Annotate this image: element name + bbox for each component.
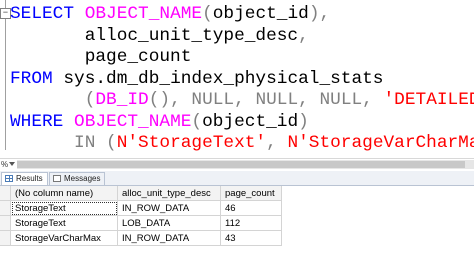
row-number[interactable]: [0, 230, 11, 246]
table-cell[interactable]: 112: [220, 215, 282, 231]
table-cell[interactable]: IN_ROW_DATA: [117, 230, 221, 246]
code-token: DB_ID: [95, 90, 149, 110]
tab-messages-label: Messages: [64, 174, 101, 183]
row-number[interactable]: [0, 215, 11, 231]
grid-icon: [5, 175, 13, 182]
code-token: N'StorageVarCharMax': [287, 133, 474, 153]
code-token: (: [202, 4, 213, 24]
row-number[interactable]: [0, 200, 11, 216]
tab-results-label: Results: [16, 174, 43, 183]
header-row: (No column name) alloc_unit_type_desc pa…: [0, 186, 282, 201]
results-tabs: Results Messages: [0, 171, 474, 186]
code-token: (: [10, 90, 96, 110]
code-token: WHERE: [10, 111, 75, 132]
row-number-header[interactable]: [0, 186, 11, 201]
table-cell[interactable]: StorageVarCharMax: [10, 230, 118, 246]
scrollbar-thumb[interactable]: [17, 161, 465, 168]
code-token: ): [298, 111, 309, 132]
code-token: ,: [298, 90, 320, 110]
results-grid[interactable]: (No column name) alloc_unit_type_desc pa…: [0, 186, 474, 261]
table-cell[interactable]: 46: [220, 200, 282, 216]
code-token: object_id: [212, 4, 309, 24]
horizontal-scrollbar[interactable]: [17, 160, 474, 169]
code-line[interactable]: (DB_ID(), NULL, NULL, NULL, 'DETAILED'): [10, 89, 474, 111]
code-token: NULL: [191, 90, 235, 110]
code-token: alloc_unit_type_desc: [10, 25, 299, 46]
code-line[interactable]: SELECT OBJECT_NAME(object_id),: [10, 3, 330, 25]
code-token: OBJECT_NAME: [84, 4, 203, 24]
code-token: object_id: [202, 111, 299, 132]
code-token: ,: [298, 25, 309, 46]
code-token: ,: [234, 90, 256, 110]
table-row[interactable]: StorageText LOB_DATA 112: [0, 215, 282, 231]
code-token: NULL: [319, 90, 363, 110]
code-token: ,: [266, 133, 288, 153]
code-token: NULL: [255, 90, 299, 110]
table-row[interactable]: StorageText IN_ROW_DATA 46: [0, 200, 282, 216]
code-line[interactable]: page_count: [10, 46, 192, 68]
tab-messages[interactable]: Messages: [49, 172, 106, 185]
column-header[interactable]: alloc_unit_type_desc: [117, 186, 221, 201]
outline-guide: [5, 0, 6, 150]
code-token: FROM: [10, 68, 64, 89]
results-table: (No column name) alloc_unit_type_desc pa…: [0, 186, 282, 246]
column-header[interactable]: (No column name): [10, 186, 118, 201]
query-editor[interactable]: SELECT OBJECT_NAME(object_id), alloc_uni…: [0, 0, 474, 158]
zoom-bar: %: [0, 158, 474, 171]
code-token: SELECT: [10, 4, 85, 24]
code-token: N'StorageText': [116, 133, 267, 153]
code-line[interactable]: FROM sys.dm_db_index_physical_stats: [10, 68, 383, 90]
code-line[interactable]: alloc_unit_type_desc,: [10, 25, 309, 47]
code-line[interactable]: WHERE OBJECT_NAME(object_id): [10, 111, 309, 133]
code-line[interactable]: IN (N'StorageText', N'StorageVarCharMax'…: [10, 132, 474, 154]
code-token: OBJECT_NAME: [74, 111, 192, 132]
code-token: ,: [362, 90, 384, 110]
table-cell[interactable]: StorageText: [10, 200, 118, 216]
message-icon: [53, 175, 61, 182]
code-token: ),: [308, 4, 331, 24]
column-header[interactable]: page_count: [220, 186, 282, 201]
table-row[interactable]: StorageVarCharMax IN_ROW_DATA 43: [0, 230, 282, 246]
chevron-down-icon[interactable]: [9, 162, 15, 166]
code-token: IN (: [74, 133, 117, 153]
code-token: (),: [148, 90, 192, 110]
code-token: (: [191, 111, 203, 132]
tab-results[interactable]: Results: [1, 172, 48, 185]
table-cell[interactable]: StorageText: [10, 215, 118, 231]
code-token: page_count: [10, 47, 192, 67]
zoom-level[interactable]: %: [1, 159, 8, 170]
table-cell[interactable]: IN_ROW_DATA: [117, 200, 221, 216]
code-token: sys.dm_db_index_physical_stats: [63, 68, 384, 89]
code-token: 'DETAILED': [383, 90, 474, 110]
table-cell[interactable]: 43: [220, 230, 282, 246]
table-cell[interactable]: LOB_DATA: [117, 215, 221, 231]
